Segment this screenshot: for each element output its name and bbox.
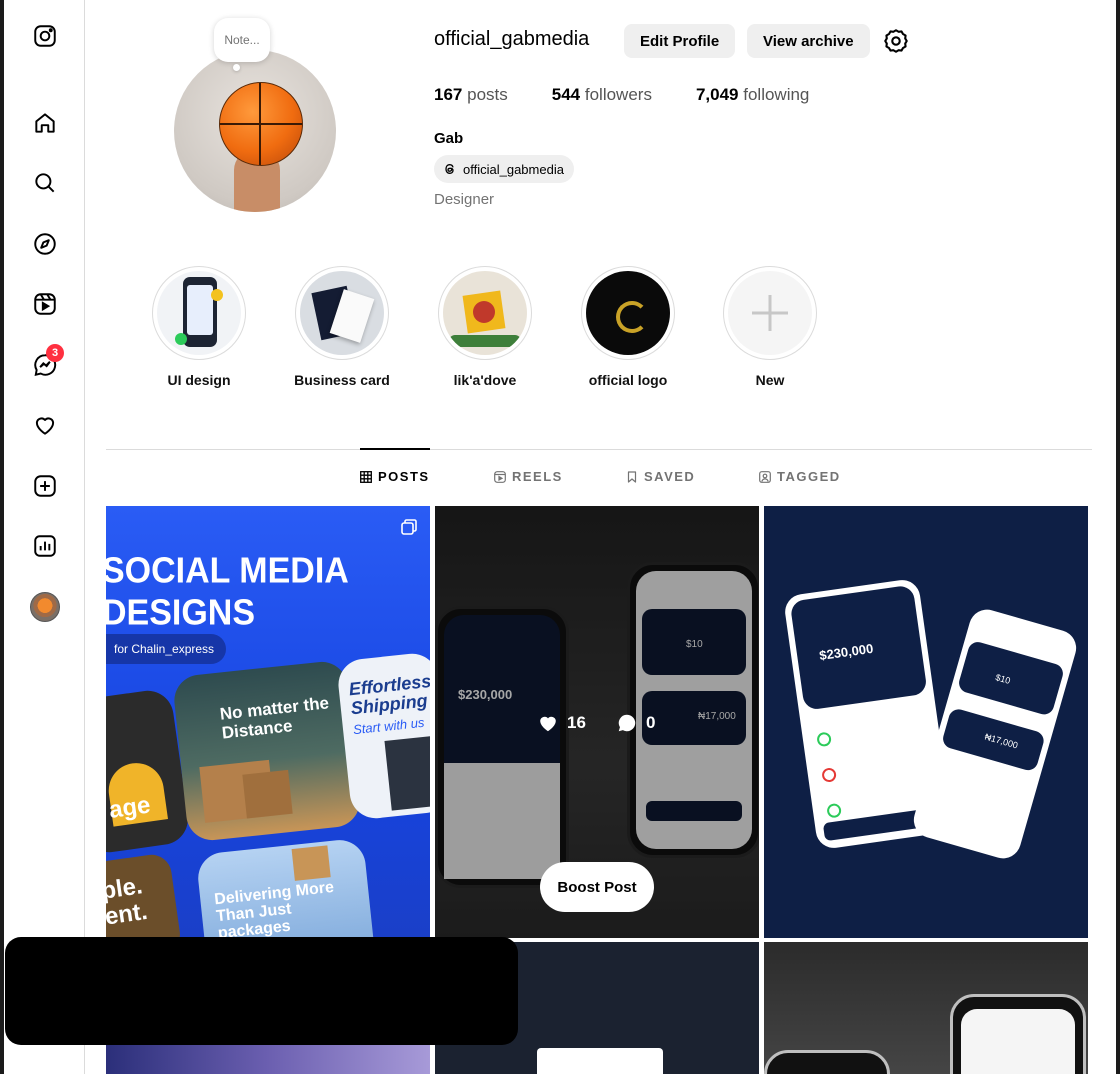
post-card-delivering: Delivering More Than Just packages	[195, 837, 377, 938]
redacted-overlay	[5, 937, 518, 1045]
post-card-shipping: Effortless Shipping Start with us	[335, 651, 430, 821]
grid-icon	[360, 470, 372, 483]
create-plus-icon[interactable]	[30, 471, 60, 501]
highlight-label: lik'a'dove	[453, 372, 517, 388]
post-tile-social-media-designs[interactable]: SOCIAL MEDIA DESIGNS for Chalin_express …	[106, 506, 430, 938]
tagged-person-icon	[759, 470, 771, 483]
highlight-label: official logo	[588, 372, 668, 388]
messenger-icon[interactable]: 3	[30, 344, 64, 380]
basketball-graphic	[219, 82, 303, 166]
highlight-new[interactable]: New	[710, 266, 830, 388]
post-tile-finance-ui-cards[interactable]: $230,000 $10 ₦17,000	[764, 506, 1088, 938]
active-tab-indicator	[360, 448, 430, 450]
settings-gear-icon[interactable]	[882, 27, 910, 55]
tab-label: POSTS	[378, 469, 430, 484]
highlight-business-card[interactable]: Business card	[282, 266, 402, 388]
window-frame-right	[1116, 0, 1120, 1074]
highlight-label: UI design	[167, 372, 231, 388]
explore-compass-icon[interactable]	[30, 229, 60, 259]
tab-reels[interactable]: REELS	[494, 469, 563, 484]
highlight-label: New	[755, 372, 785, 388]
tab-label: SAVED	[644, 469, 696, 484]
home-icon[interactable]	[30, 108, 60, 138]
comments-count: 0	[616, 712, 655, 734]
reels-icon[interactable]	[30, 289, 60, 319]
plus-icon	[752, 295, 788, 331]
tab-label: REELS	[512, 469, 563, 484]
heart-filled-icon	[540, 716, 556, 732]
profile-avatar[interactable]	[30, 592, 60, 622]
tab-label: TAGGED	[777, 469, 841, 484]
post-card-fragment: ple. ent.	[106, 852, 183, 938]
profile-full-name: Gab	[434, 130, 464, 147]
followers-stat[interactable]: 544 followers	[552, 85, 652, 105]
tab-tagged[interactable]: TAGGED	[759, 469, 841, 484]
view-archive-button[interactable]: View archive	[747, 24, 870, 58]
phone-screen-preview	[537, 1048, 663, 1074]
post-tag: for Chalin_express	[106, 634, 227, 664]
highlight-likadove[interactable]: lik'a'dove	[425, 266, 545, 388]
posts-stat: 167 posts	[434, 85, 508, 104]
search-icon[interactable]	[30, 168, 60, 198]
avatar	[30, 592, 60, 622]
edit-profile-button[interactable]: Edit Profile	[624, 24, 736, 58]
note-bubble[interactable]: Note...	[214, 18, 270, 62]
profile-username: official_gabmedia	[434, 28, 590, 50]
profile-bio: Designer	[434, 191, 495, 208]
post-tile-row2-3[interactable]	[764, 942, 1088, 1074]
post-title: SOCIAL MEDIA DESIGNS	[106, 551, 349, 633]
phone-mockup-left	[764, 1050, 890, 1074]
note-bubble-tail	[233, 64, 240, 71]
threads-link[interactable]: official_gabmedia	[434, 155, 574, 183]
boost-post-button[interactable]: Boost Post	[540, 862, 654, 912]
instagram-logo-icon[interactable]	[30, 21, 60, 51]
likes-count: 16	[537, 712, 586, 734]
profile-picture[interactable]	[174, 50, 336, 212]
messages-badge: 3	[46, 344, 64, 362]
comment-bubble-icon	[618, 714, 636, 732]
tab-posts[interactable]: POSTS	[360, 469, 430, 484]
following-stat[interactable]: 7,049 following	[696, 85, 809, 105]
highlight-label: Business card	[294, 372, 390, 388]
tabs-divider	[106, 449, 1092, 450]
sidebar: 3	[4, 0, 85, 1074]
reels-icon	[494, 470, 506, 483]
phone-mockup	[950, 994, 1086, 1074]
post-card-distance: No matter the Distance	[171, 659, 363, 843]
dashboard-chart-icon[interactable]	[30, 531, 60, 561]
threads-handle: official_gabmedia	[463, 161, 564, 177]
heart-notifications-icon[interactable]	[30, 410, 60, 440]
bookmark-icon	[627, 470, 637, 483]
tab-saved[interactable]: SAVED	[626, 469, 695, 484]
profile-stats: 167 posts 544 followers 7,049 following	[434, 85, 809, 105]
highlight-official-logo[interactable]: official logo	[568, 266, 688, 388]
highlight-ui-design[interactable]: UI design	[139, 266, 259, 388]
carousel-icon	[401, 519, 417, 535]
threads-icon	[445, 163, 454, 175]
